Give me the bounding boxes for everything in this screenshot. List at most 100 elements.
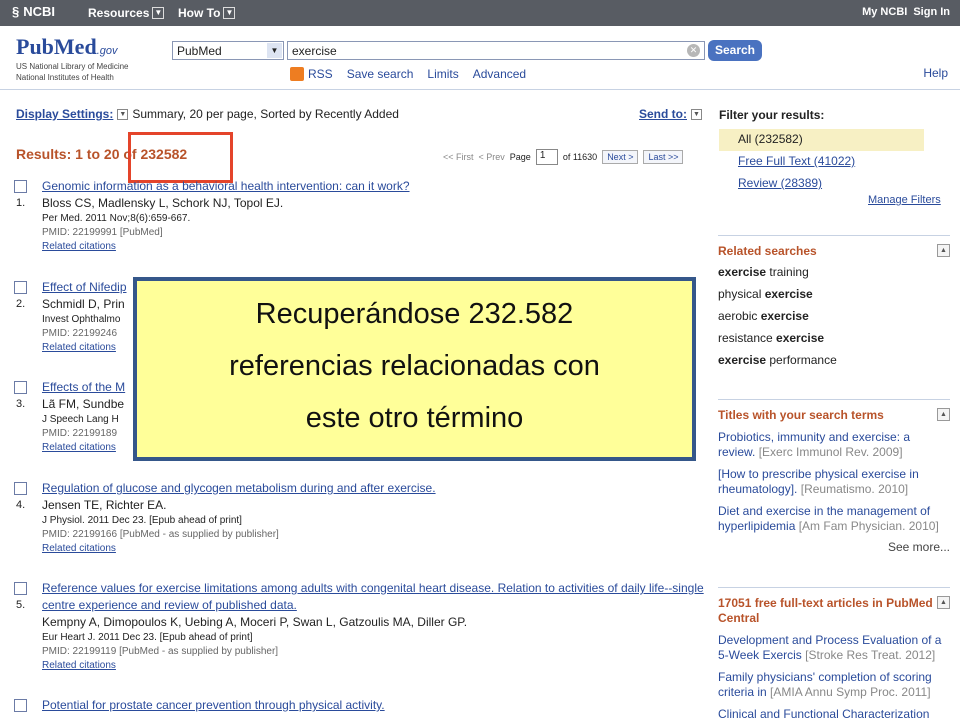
limits-link[interactable]: Limits [427,67,458,81]
result-number: 3. [16,398,26,410]
result-pmid: PMID: 22199119 [PubMed - as supplied by … [42,646,279,657]
collapse-icon[interactable]: ▲ [937,408,950,421]
rss-label: RSS [308,67,333,81]
related-search-suffix: performance [766,353,837,367]
result-checkbox[interactable] [14,281,27,294]
pubmed-logo-suffix: .gov [96,45,118,57]
result-authors: Bloss CS, Madlensky L, Schork NJ, Topol … [42,196,284,210]
pmc-item-text: Clinical and Functional Characterization [718,707,930,720]
related-search-prefix: aerobic [718,309,761,323]
result-title[interactable]: Regulation of glucose and glycogen metab… [42,480,712,497]
pagination: << First < Prev Page 1 of 11630 Next > L… [443,149,684,165]
titles-item[interactable]: Diet and exercise in the management of h… [718,504,950,534]
page-number-input[interactable]: 1 [535,149,558,165]
sign-in-link[interactable]: Sign In [913,6,950,18]
see-more-link[interactable]: See more... [718,540,950,554]
filter-all[interactable]: All (232582) [719,129,924,151]
resources-label: Resources [88,6,150,20]
pmc-item[interactable]: Family physicians' completion of scoring… [718,670,950,700]
chevron-down-icon: ▼ [223,7,236,19]
callout-line: referencias relacionadas con [229,350,600,382]
related-search-item[interactable]: resistance exercise [718,331,950,346]
database-select-value: PubMed [177,44,222,58]
result-pmid: PMID: 22199166 [PubMed - as supplied by … [42,529,279,540]
pubmed-header: PubMed.gov US National Library of Medici… [0,26,960,90]
related-search-item[interactable]: physical exercise [718,287,950,302]
pmc-item[interactable]: Development and Process Evaluation of a … [718,633,950,663]
search-query: exercise [292,44,337,58]
related-search-item[interactable]: exercise training [718,265,950,280]
clear-search-icon[interactable]: ✕ [687,44,700,57]
prev-page-link[interactable]: < Prev [479,152,505,162]
result-checkbox[interactable] [14,699,27,712]
save-search-link[interactable]: Save search [347,67,414,81]
result-number: 4. [16,499,26,511]
howto-menu[interactable]: How To ▼ [178,6,236,20]
result-journal: Per Med. 2011 Nov;8(6):659-667. [42,213,191,224]
related-search-term: exercise [776,331,825,345]
collapse-icon[interactable]: ▲ [937,244,950,257]
callout-line: Recuperándose 232.582 [255,298,574,330]
page-label: Page [509,152,531,162]
related-search-suffix: training [766,265,809,279]
display-settings-value: Summary, 20 per page, Sorted by Recently… [132,107,399,121]
annotation-callout: Recuperándose 232.582 referencias relaci… [133,277,696,461]
related-search-term: exercise [764,287,813,301]
related-citations-link[interactable]: Related citations [42,240,712,254]
filter-review[interactable]: Review (28389) [719,173,949,195]
result-number: 2. [16,298,26,310]
pmc-heading: 17051 free full-text articles in PubMed … [718,596,933,625]
titles-item[interactable]: Probiotics, immunity and exercise: a rev… [718,430,950,460]
result-checkbox[interactable] [14,482,27,495]
pubmed-logo-text: PubMed [16,34,97,59]
filter-free-full-text[interactable]: Free Full Text (41022) [719,151,949,173]
pubmed-logo[interactable]: PubMed.gov US National Library of Medici… [16,34,129,82]
result-checkbox[interactable] [14,180,27,193]
help-link[interactable]: Help [923,66,948,80]
titles-item-citation: [Exerc Immunol Rev. 2009] [758,445,903,459]
result-checkbox[interactable] [14,582,27,595]
display-settings: Display Settings: ▼ Summary, 20 per page… [16,107,399,121]
related-search-term: exercise [718,353,767,367]
result-number: 5. [16,599,26,611]
related-citations-link[interactable]: Related citations [42,659,712,673]
ncbi-helix-icon: § [12,4,20,19]
result-title[interactable]: Potential for prostate cancer prevention… [42,697,712,714]
result-title[interactable]: Genomic information as a behavioral heal… [42,178,712,195]
collapse-icon[interactable]: ▲ [937,596,950,609]
related-search-item[interactable]: exercise performance [718,353,950,368]
result-journal: Eur Heart J. 2011 Dec 23. [Epub ahead of… [42,632,253,643]
result-checkbox[interactable] [14,381,27,394]
my-ncbi-link[interactable]: My NCBI [862,6,907,18]
chevron-down-icon[interactable]: ▼ [117,108,129,120]
send-to[interactable]: Send to: ▼ [639,107,702,121]
ncbi-logo[interactable]: § NCBI [12,4,55,19]
advanced-link[interactable]: Advanced [473,67,526,81]
first-page-link[interactable]: << First [443,152,474,162]
search-input[interactable]: exercise ✕ [287,41,705,60]
titles-panel: Titles with your search terms ▲ Probioti… [718,399,950,554]
result-pmid: PMID: 22199991 [PubMed] [42,227,163,238]
filter-heading: Filter your results: [719,108,825,122]
rss-icon [290,67,304,81]
result-journal: J Physiol. 2011 Dec 23. [Epub ahead of p… [42,515,242,526]
pmc-item[interactable]: Clinical and Functional Characterization [718,707,950,720]
ncbi-top-bar: § NCBI Resources ▼ How To ▼ My NCBI Sign… [0,0,960,26]
search-button[interactable]: Search [708,40,762,61]
next-page-button[interactable]: Next > [602,150,639,164]
nih-subtitle: National Institutes of Health [16,73,114,82]
display-settings-link[interactable]: Display Settings: [16,107,113,121]
manage-filters-link[interactable]: Manage Filters [868,194,941,206]
related-searches-heading: Related searches [718,244,817,258]
related-citations-link[interactable]: Related citations [42,542,712,556]
related-searches-panel: Related searches ▲ exercise training phy… [718,235,950,368]
pmc-item-citation: [Stroke Res Treat. 2012] [805,648,936,662]
titles-item[interactable]: [How to prescribe physical exercise in r… [718,467,950,497]
count-highlight-box [128,132,233,183]
resources-menu[interactable]: Resources ▼ [88,6,165,20]
rss-link[interactable]: RSS [290,67,333,81]
database-select[interactable]: PubMed ▼ [172,41,284,60]
result-title[interactable]: Reference values for exercise limitation… [42,580,712,614]
related-search-item[interactable]: aerobic exercise [718,309,950,324]
last-page-button[interactable]: Last >> [643,150,684,164]
